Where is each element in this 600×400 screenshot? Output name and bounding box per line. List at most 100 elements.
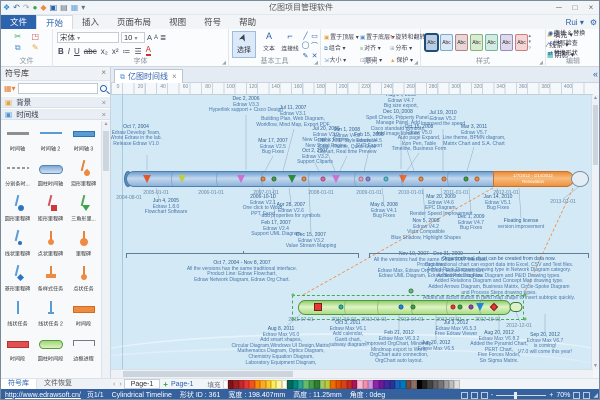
timeline-marker[interactable] <box>366 177 371 182</box>
symbol-条样式任务[interactable]: 条样式任务 <box>34 261 67 296</box>
symbol-矩形里程碑[interactable]: 矩形里程碑 <box>34 191 67 226</box>
collapse-panel-icon[interactable]: « <box>593 69 598 79</box>
timeline-marker[interactable] <box>292 294 295 297</box>
section-background[interactable]: ▣ 背景× <box>1 96 110 108</box>
maximize-button[interactable]: □ <box>567 1 583 15</box>
timeline-annotation[interactable]: Apr 28, 2007Edraw V2.6add properties for… <box>262 203 321 220</box>
close-button[interactable]: × <box>583 1 599 15</box>
symbol-泪形里程碑[interactable]: 泪形里程碑 <box>67 156 100 191</box>
main-timeline-end-cap[interactable] <box>571 171 589 187</box>
style-swatch[interactable]: Abc <box>425 34 438 51</box>
timeline-marker[interactable] <box>332 175 340 183</box>
palette-color[interactable] <box>454 380 459 389</box>
symbol-圆柱时间段[interactable]: 圆柱时间段 <box>34 331 67 366</box>
gear-icon[interactable]: ⚙ <box>590 18 597 27</box>
timeline-annotation[interactable]: May 8, 2008Edraw V4.1Bug Fixes <box>370 203 398 220</box>
timeline-annotation[interactable]: Sep 20, 2012Edraw Max V6.7is coming!V7.0… <box>518 333 572 355</box>
tab-页面布局[interactable]: 页面布局 <box>108 15 160 29</box>
timeline-annotation[interactable]: Oct 15, 2008Edraw V5.0Auto page Expand,I… <box>392 125 447 153</box>
timeline-marker[interactable] <box>399 305 404 310</box>
user-name[interactable]: Rui ▾ <box>566 18 584 27</box>
drawing-canvas[interactable]: 1/7/2012 - 1/14/2012Renovation 2004-08-0… <box>111 95 593 369</box>
view-mode-icon[interactable] <box>461 392 468 399</box>
symbol-点状任务[interactable]: 点状任务 <box>67 261 100 296</box>
timeline-marker[interactable] <box>469 305 474 310</box>
symbol-时间轴[interactable]: 时间轴 <box>1 121 34 156</box>
shrink-font-button[interactable]: A <box>154 35 158 41</box>
timeline-annotation[interactable]: Dec 15, 2007Edraw V3.2Value Stream Mappi… <box>286 233 337 250</box>
timeline-annotation[interactable]: Jun 4, 2005Edraw 1.8.0Flowchart Software <box>145 199 188 216</box>
document-tab[interactable]: ⧉亿图时间线× <box>114 69 183 83</box>
arrange-对齐[interactable]: ≡对齐 ▾ <box>360 42 388 52</box>
sidebar-scrollbar[interactable]: ▲ <box>101 121 110 378</box>
symbol-时间段[interactable]: 时间段 <box>1 331 34 366</box>
timeline-marker[interactable] <box>314 303 322 311</box>
timeline-marker[interactable] <box>384 177 389 182</box>
timeline-marker[interactable] <box>442 177 447 182</box>
fit-page-icon[interactable] <box>573 392 580 399</box>
timeline-annotation[interactable]: Oct 2, 2007Edraw V3.2Support Cliparts <box>297 149 333 166</box>
font-family-select[interactable]: 宋体 ▾ <box>57 32 119 43</box>
zoom-out-button[interactable]: - <box>491 392 493 399</box>
gallery-arrow-icon[interactable]: ▿ <box>528 45 531 51</box>
style-swatch[interactable]: Abc <box>440 34 453 51</box>
section-timeline[interactable]: ▣ 时间线× <box>1 108 110 120</box>
symbol-线状任务[interactable]: 线状任务 <box>1 296 34 331</box>
next-page-icon[interactable]: › <box>119 381 121 388</box>
tab-插入[interactable]: 插入 <box>73 15 108 29</box>
select-tool-button[interactable]: ➤ 选择 <box>232 31 256 58</box>
paste-icon[interactable]: ✂ <box>9 32 27 41</box>
timeline-marker[interactable] <box>510 302 523 312</box>
button-edit[interactable]: ✓拼写检查 <box>546 39 596 48</box>
timeline-annotation[interactable]: Dec 1, 2009Edraw V4.7Bug Fixes <box>458 215 485 232</box>
bracket-shape[interactable] <box>126 253 359 258</box>
symbol-三角形里...[interactable]: 三角形里... <box>67 191 100 226</box>
edrawsoft-link[interactable]: http://www.edrawsoft.cn/ <box>5 392 81 399</box>
font-style-button[interactable]: abc <box>84 47 97 56</box>
button-edit[interactable]: ◉查找 & 替换 <box>546 29 596 38</box>
symbol-线状任务 2[interactable]: 线状任务 2 <box>34 296 67 331</box>
add-page-button[interactable]: + <box>163 380 168 389</box>
arrange-置于底层[interactable]: ▣置于底层 ▾ <box>360 31 388 40</box>
timeline-annotation[interactable]: Floating licenseversion improvement <box>498 219 544 230</box>
horizontal-scrollbar[interactable] <box>111 369 593 378</box>
timeline-annotation[interactable]: Jul 11, 2007Edraw V3.1Building Plan, Web… <box>256 106 330 128</box>
style-swatch[interactable]: Abc <box>500 34 513 51</box>
timeline-marker[interactable] <box>302 177 307 182</box>
font-style-button[interactable]: A <box>146 46 151 56</box>
timeline-annotation[interactable]: Aug 24, 2008Edraw V4.7Big size export, <box>384 95 418 110</box>
search-icon[interactable] <box>100 85 107 92</box>
style-dialog-launcher[interactable]: ◢ <box>539 60 543 66</box>
timeline-annotation[interactable]: Jun 20, 2012Edraw Max V6.5 <box>418 341 455 352</box>
style-swatch[interactable]: Abc <box>515 34 528 51</box>
library-icon[interactable]: ▦▾ <box>4 84 16 93</box>
font-dialog-launcher[interactable]: ◢ <box>222 60 226 66</box>
timeline-annotation[interactable]: Mar 17, 2007Edraw V2.5Bug Fixes <box>258 139 287 156</box>
fit-width-icon[interactable] <box>583 392 590 399</box>
timeline-marker[interactable] <box>339 305 344 310</box>
timeline-marker[interactable] <box>458 305 463 310</box>
align-button[interactable]: ≣ <box>160 33 166 42</box>
font-style-button[interactable]: ≔ <box>122 47 130 56</box>
sidebar-tab-文件恢复[interactable]: 文件恢复 <box>37 379 79 389</box>
symbol-圆柱时间轴[interactable]: 圆柱时间轴 <box>34 156 67 191</box>
timeline-marker[interactable] <box>321 177 326 182</box>
minimize-button[interactable]: ─ <box>551 1 567 15</box>
style-swatch[interactable]: Abc <box>485 34 498 51</box>
timeline-annotation[interactable]: Nov 5, 2008Edraw V4.2Vista CompatibleBlu… <box>391 219 461 241</box>
timeline-marker[interactable] <box>272 177 277 182</box>
arrange-旋转和翻转[interactable]: ↻旋转和翻转 ▾ <box>390 31 418 40</box>
timeline-annotation[interactable]: Oct 7, 2004Edraw Develop Team,Wrote Edra… <box>111 125 162 147</box>
timeline-marker[interactable] <box>464 177 469 182</box>
close-icon[interactable]: × <box>101 68 106 77</box>
symbol-边框进程[interactable]: 边框进程 <box>67 331 100 366</box>
timeline-marker[interactable] <box>524 318 527 321</box>
timeline-annotation[interactable]: Oct 7, 2004 - Nov 8, 2007All the version… <box>187 261 297 283</box>
symbol-圆形里程碑[interactable]: 圆形里程碑 <box>1 191 34 226</box>
timeline-marker[interactable] <box>237 175 245 183</box>
timeline-marker[interactable] <box>143 175 151 183</box>
tab-视图[interactable]: 视图 <box>160 15 195 29</box>
line-tool-icon[interactable]: ╱ <box>301 32 310 40</box>
close-icon[interactable]: × <box>172 72 177 81</box>
timeline-marker[interactable] <box>178 175 186 183</box>
